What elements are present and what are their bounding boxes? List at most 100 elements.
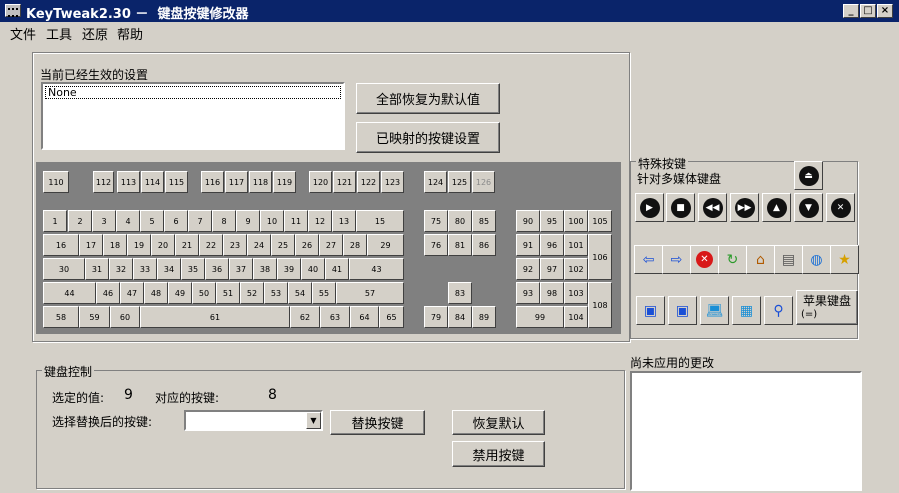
key-26[interactable]: 26	[295, 234, 319, 256]
key-18[interactable]: 18	[103, 234, 127, 256]
key-100[interactable]: 100	[564, 210, 588, 232]
key-36[interactable]: 36	[205, 258, 229, 280]
key-41[interactable]: 41	[325, 258, 349, 280]
key-121[interactable]: 121	[333, 171, 356, 193]
key-22[interactable]: 22	[199, 234, 223, 256]
mapped-keys-button[interactable]: 已映射的按键设置	[356, 122, 500, 153]
key-3[interactable]: 3	[92, 210, 116, 232]
key-91[interactable]: 91	[516, 234, 540, 256]
key-20[interactable]: 20	[151, 234, 175, 256]
eject-key[interactable]: ⏏	[794, 161, 823, 190]
volume-up-key[interactable]: ▲	[762, 193, 791, 222]
key-95[interactable]: 95	[540, 210, 564, 232]
key-61[interactable]: 61	[140, 306, 290, 328]
restore-default-button[interactable]: 恢复默认	[452, 410, 545, 435]
key-90[interactable]: 90	[516, 210, 540, 232]
key-24[interactable]: 24	[247, 234, 271, 256]
key-23[interactable]: 23	[223, 234, 247, 256]
key-48[interactable]: 48	[144, 282, 168, 304]
key-40[interactable]: 40	[301, 258, 325, 280]
list-item[interactable]: None	[45, 86, 341, 99]
key-115[interactable]: 115	[165, 171, 188, 193]
key-55[interactable]: 55	[312, 282, 336, 304]
apple-keyboard-button[interactable]: 苹果键盘 (=)	[796, 290, 858, 325]
key-84[interactable]: 84	[448, 306, 472, 328]
key-8[interactable]: 8	[212, 210, 236, 232]
volume-down-key[interactable]: ▼	[794, 193, 823, 222]
key-31[interactable]: 31	[85, 258, 109, 280]
key-113[interactable]: 113	[117, 171, 140, 193]
key-75[interactable]: 75	[424, 210, 448, 232]
replacement-key-select[interactable]: ▼	[184, 410, 323, 431]
key-53[interactable]: 53	[264, 282, 288, 304]
key-62[interactable]: 62	[290, 306, 320, 328]
menu-help[interactable]: 帮助	[117, 24, 143, 43]
favorites-key[interactable]: ★	[830, 245, 859, 274]
key-38[interactable]: 38	[253, 258, 277, 280]
browser-refresh-key[interactable]: ↻	[718, 245, 747, 274]
key-85[interactable]: 85	[472, 210, 496, 232]
find-key[interactable]: ⚲	[764, 296, 793, 325]
key-5[interactable]: 5	[140, 210, 164, 232]
key-30[interactable]: 30	[43, 258, 85, 280]
minimize-button[interactable]: _	[843, 4, 859, 18]
key-19[interactable]: 19	[127, 234, 151, 256]
key-122[interactable]: 122	[357, 171, 380, 193]
key-60[interactable]: 60	[110, 306, 140, 328]
restore-all-button[interactable]: 全部恢复为默认值	[356, 83, 500, 114]
key-126[interactable]: 126	[472, 171, 495, 193]
key-96[interactable]: 96	[540, 234, 564, 256]
key-47[interactable]: 47	[120, 282, 144, 304]
key-125[interactable]: 125	[448, 171, 471, 193]
key-10[interactable]: 10	[260, 210, 284, 232]
key-117[interactable]: 117	[225, 171, 248, 193]
key-33[interactable]: 33	[133, 258, 157, 280]
key-79[interactable]: 79	[424, 306, 448, 328]
key-50[interactable]: 50	[192, 282, 216, 304]
mute-key[interactable]: ✕	[826, 193, 855, 222]
key-1[interactable]: 1	[43, 210, 67, 232]
key-37[interactable]: 37	[229, 258, 253, 280]
key-44[interactable]: 44	[43, 282, 96, 304]
calculator-key[interactable]: ▦	[732, 296, 761, 325]
key-98[interactable]: 98	[540, 282, 564, 304]
key-9[interactable]: 9	[236, 210, 260, 232]
menu-tools[interactable]: 工具	[46, 24, 72, 43]
pending-changes-list[interactable]	[630, 371, 862, 491]
menu-restore[interactable]: 还原	[82, 24, 108, 43]
next-track-key[interactable]: ▶▶	[730, 193, 759, 222]
key-106[interactable]: 106	[588, 234, 612, 280]
key-99[interactable]: 99	[516, 306, 564, 328]
mediaplayer-key[interactable]: ▣	[668, 296, 697, 325]
key-15[interactable]: 15	[356, 210, 404, 232]
key-2[interactable]: 2	[68, 210, 92, 232]
key-120[interactable]: 120	[309, 171, 332, 193]
search-key[interactable]: ▤	[774, 245, 803, 274]
key-4[interactable]: 4	[116, 210, 140, 232]
key-110[interactable]: 110	[43, 171, 69, 193]
disable-key-button[interactable]: 禁用按键	[452, 441, 545, 467]
browser-stop-key[interactable]: ✕	[690, 245, 719, 274]
browser-back-key[interactable]: ⇦	[634, 245, 663, 274]
key-105[interactable]: 105	[588, 210, 612, 232]
key-11[interactable]: 11	[284, 210, 308, 232]
key-63[interactable]: 63	[320, 306, 350, 328]
key-59[interactable]: 59	[79, 306, 110, 328]
key-83[interactable]: 83	[448, 282, 472, 304]
key-81[interactable]: 81	[448, 234, 472, 256]
key-54[interactable]: 54	[288, 282, 312, 304]
key-17[interactable]: 17	[79, 234, 103, 256]
key-86[interactable]: 86	[472, 234, 496, 256]
key-102[interactable]: 102	[564, 258, 588, 280]
stop-key[interactable]: ■	[666, 193, 695, 222]
key-97[interactable]: 97	[540, 258, 564, 280]
key-13[interactable]: 13	[332, 210, 356, 232]
key-34[interactable]: 34	[157, 258, 181, 280]
key-29[interactable]: 29	[367, 234, 404, 256]
key-119[interactable]: 119	[273, 171, 296, 193]
browser-home-key[interactable]: ⌂	[746, 245, 775, 274]
key-103[interactable]: 103	[564, 282, 588, 304]
key-12[interactable]: 12	[308, 210, 332, 232]
key-27[interactable]: 27	[319, 234, 343, 256]
key-89[interactable]: 89	[472, 306, 496, 328]
